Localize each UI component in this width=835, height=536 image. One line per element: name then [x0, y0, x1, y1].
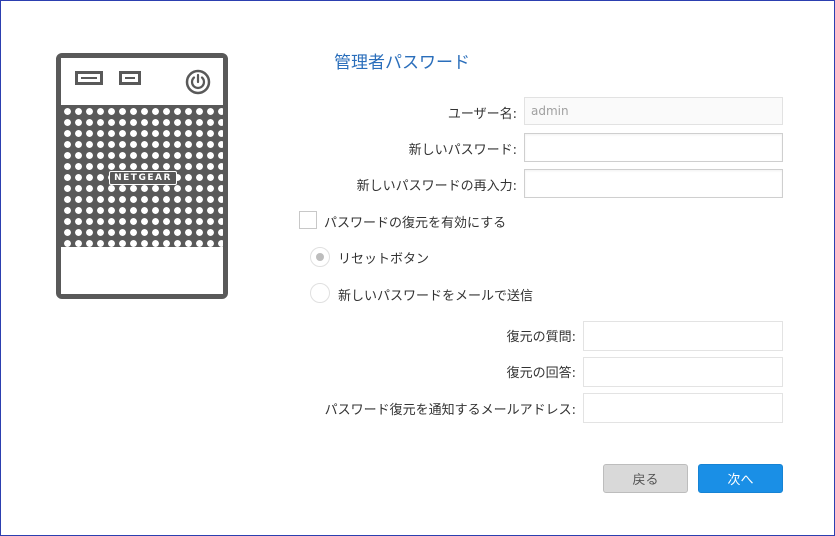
back-button[interactable]: 戻る: [603, 464, 688, 493]
username-field[interactable]: [524, 97, 783, 125]
reset-button-radio[interactable]: [310, 247, 330, 267]
wizard-window: NETGEAR 管理者パスワード ユーザー名: 新しいパスワード: 新しいパスワ…: [0, 0, 835, 536]
power-icon: [185, 69, 211, 95]
next-button[interactable]: 次へ: [698, 464, 783, 493]
drive-bay-icon: [75, 71, 103, 85]
recovery-email-label: パスワード復元を通知するメールアドレス:: [324, 403, 576, 418]
nas-front-panel: [61, 58, 223, 105]
new-password-field[interactable]: [524, 133, 783, 162]
enable-recovery-checkbox[interactable]: [299, 211, 317, 229]
new-password-label: 新しいパスワード:: [408, 143, 517, 158]
enable-recovery-label[interactable]: パスワードの復元を有効にする: [324, 212, 506, 231]
nas-device-illustration: NETGEAR: [56, 53, 228, 299]
confirm-password-label: 新しいパスワードの再入力:: [356, 179, 517, 194]
recovery-question-label: 復元の質問:: [506, 330, 576, 345]
recovery-answer-field[interactable]: [583, 357, 783, 387]
recovery-question-field[interactable]: [583, 321, 783, 351]
recovery-email-field[interactable]: [583, 393, 783, 423]
drive-bay-icon: [119, 71, 141, 85]
page-title: 管理者パスワード: [334, 53, 470, 73]
nas-bottom-panel: [61, 247, 223, 294]
email-password-radio[interactable]: [310, 283, 330, 303]
username-label: ユーザー名:: [447, 107, 517, 122]
netgear-logo: NETGEAR: [109, 171, 177, 185]
recovery-answer-label: 復元の回答:: [506, 366, 576, 381]
email-password-option-label[interactable]: 新しいパスワードをメールで送信: [338, 285, 533, 304]
reset-button-option-label[interactable]: リセットボタン: [338, 248, 429, 267]
confirm-password-field[interactable]: [524, 169, 783, 198]
